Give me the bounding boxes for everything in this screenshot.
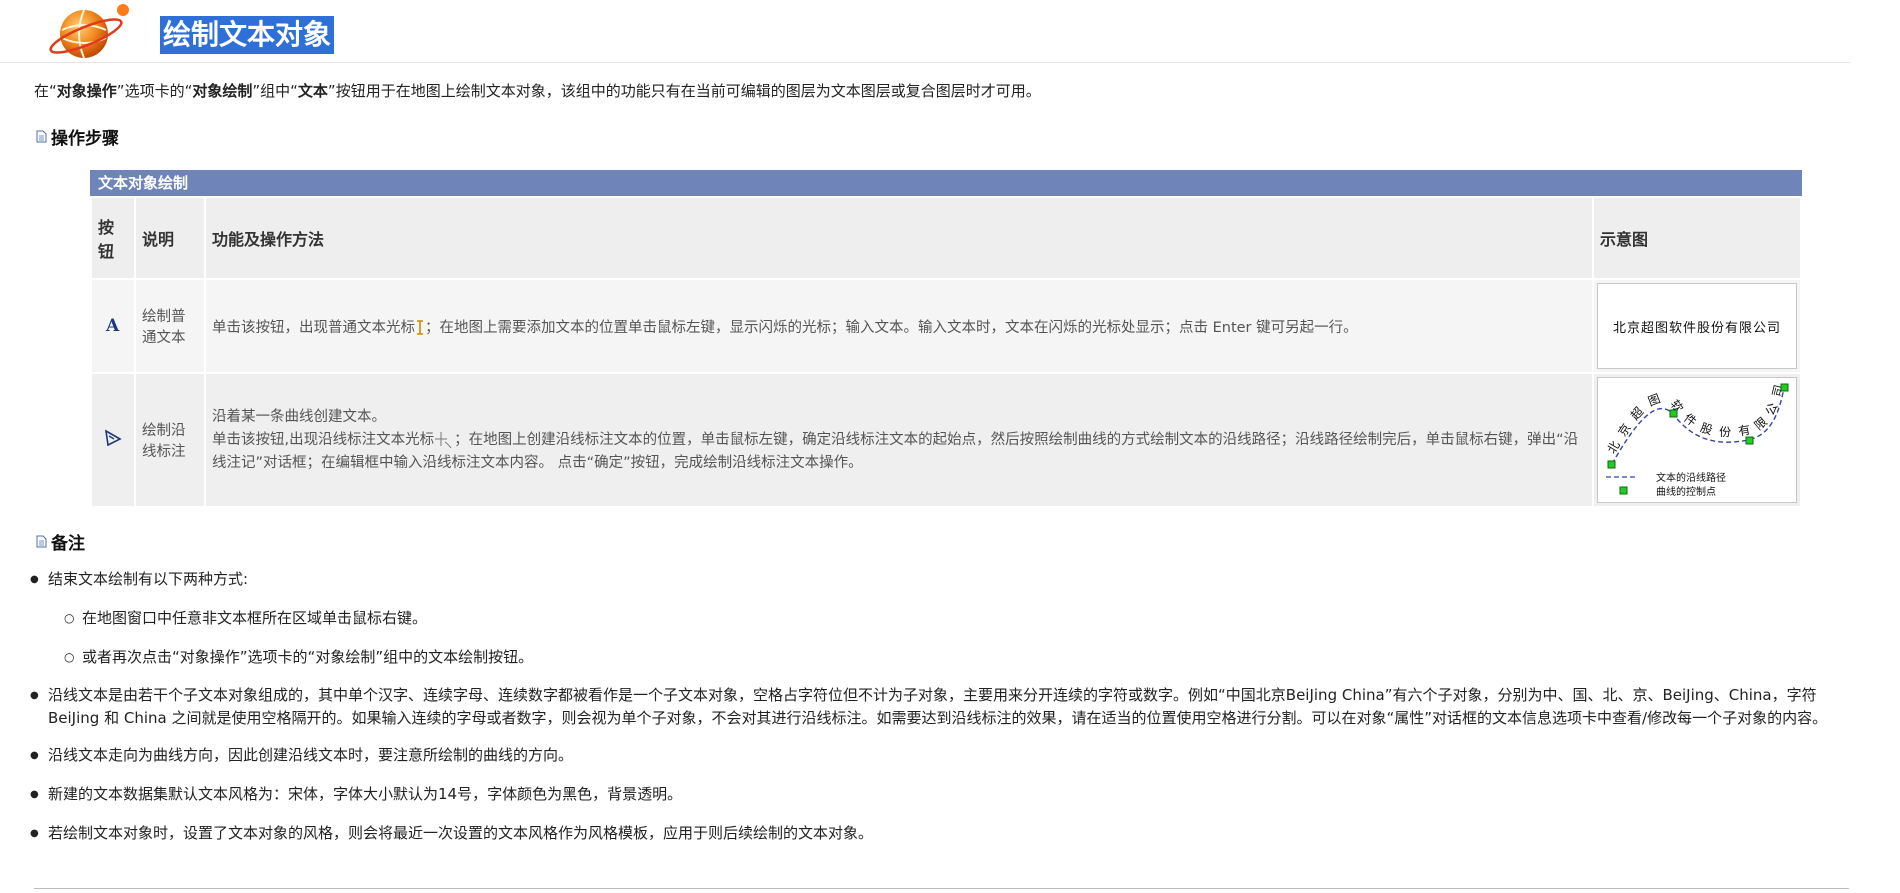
document-icon [36,130,47,143]
legend-control-point [1619,486,1628,495]
legend-path-label: 文本的沿线路径 [1656,471,1726,484]
header-button: 按钮 [92,198,134,278]
curve-text-diagram: 北京超图 软件股份有限公司 文本的沿线路径 曲线的控制点 [1605,383,1789,498]
curve-char: 公 [1763,401,1781,418]
document-icon [36,535,47,548]
desc-plain-text: 绘制普通文本 [136,280,204,372]
plain-text-sample: 北京超图软件股份有限公司 [1597,283,1797,369]
list-item: 在地图窗口中任意非文本框所在区域单击鼠标右键。 [30,607,1850,630]
control-point [1607,460,1616,469]
curve-char: 图 [1646,391,1662,408]
notes-list: 结束文本绘制有以下两种方式: 在地图窗口中任意非文本框所在区域单击鼠标右键。 或… [30,560,1850,845]
section-notes-heading: 备注 [36,529,85,554]
globe-logo-icon [49,4,129,59]
svg-text:A: A [105,316,120,333]
desc-curve-text: 绘制沿线标注 [136,374,204,506]
intro-paragraph: 在“对象操作”选项卡的“对象绘制”组中“文本”按钮用于在地图上绘制文本对象，该组… [34,82,1041,100]
curve-char: 股 [1699,420,1715,437]
control-point [1780,383,1789,392]
table-row: A 绘制普通文本 单击该按钮，出现普通文本光标 ；在地图上需要添加文本的位置单击鼠… [92,280,1800,372]
curve-char: 份 [1719,425,1731,439]
curve-text-sample: 北京超图软件股份有限公司 文本的沿线路径 曲线的控制点 [1597,377,1797,503]
curve-text-icon[interactable] [103,428,123,448]
curve-char: 有 [1737,423,1751,439]
text-a-icon[interactable]: A [104,315,122,336]
header-image: 示意图 [1594,198,1800,278]
section-steps-heading: 操作步骤 [36,124,119,149]
page-header: 绘制文本对象 [0,0,1850,63]
curve-char: 超 [1627,404,1646,423]
header-desc: 说明 [136,198,204,278]
control-point [1745,436,1754,445]
header-method: 功能及操作方法 [206,198,1592,278]
control-point [1669,409,1678,418]
legend-points-label: 曲线的控制点 [1656,485,1716,498]
list-item: 结束文本绘制有以下两种方式: [30,568,1850,591]
curve-char: 京 [1615,421,1633,439]
list-item: 若绘制文本对象时，设置了文本对象的风格，则会将最近一次设置的文本风格作为风格模板… [30,822,1850,845]
text-draw-table: 文本对象绘制 按钮 说明 功能及操作方法 示意图 A 绘制普通文本 单击该按钮，… [90,170,1802,508]
page-title: 绘制文本对象 [160,16,335,54]
list-item: 沿线文本是由若干个子文本对象组成的，其中单个汉字、连续字母、连续数字都被看作是一… [30,684,1850,730]
footer-divider [34,888,1849,889]
list-item: 或者再次点击“对象操作”选项卡的“对象绘制”组中的文本绘制按钮。 [30,646,1850,669]
curve-char: 北 [1605,439,1623,456]
list-item: 新建的文本数据集默认文本风格为：宋体，字体大小默认为14号，字体颜色为黑色，背景… [30,783,1850,806]
method-plain-text: 单击该按钮，出现普通文本光标 ；在地图上需要添加文本的位置单击鼠标左键，显示闪烁的… [206,280,1592,372]
table-row: 绘制沿线标注 沿着某一条曲线创建文本。 单击该按钮,出现沿线标注文本光标 ；在地图… [92,374,1800,506]
curve-cursor-icon [435,431,452,448]
list-item: 沿线文本走向为曲线方向，因此创建沿线文本时，要注意所绘制的曲线的方向。 [30,744,1850,767]
text-cursor-icon [417,320,423,335]
table-caption: 文本对象绘制 [90,170,1802,196]
method-curve-text: 沿着某一条曲线创建文本。 单击该按钮,出现沿线标注文本光标 ；在地图上创建沿线标注… [206,374,1592,506]
